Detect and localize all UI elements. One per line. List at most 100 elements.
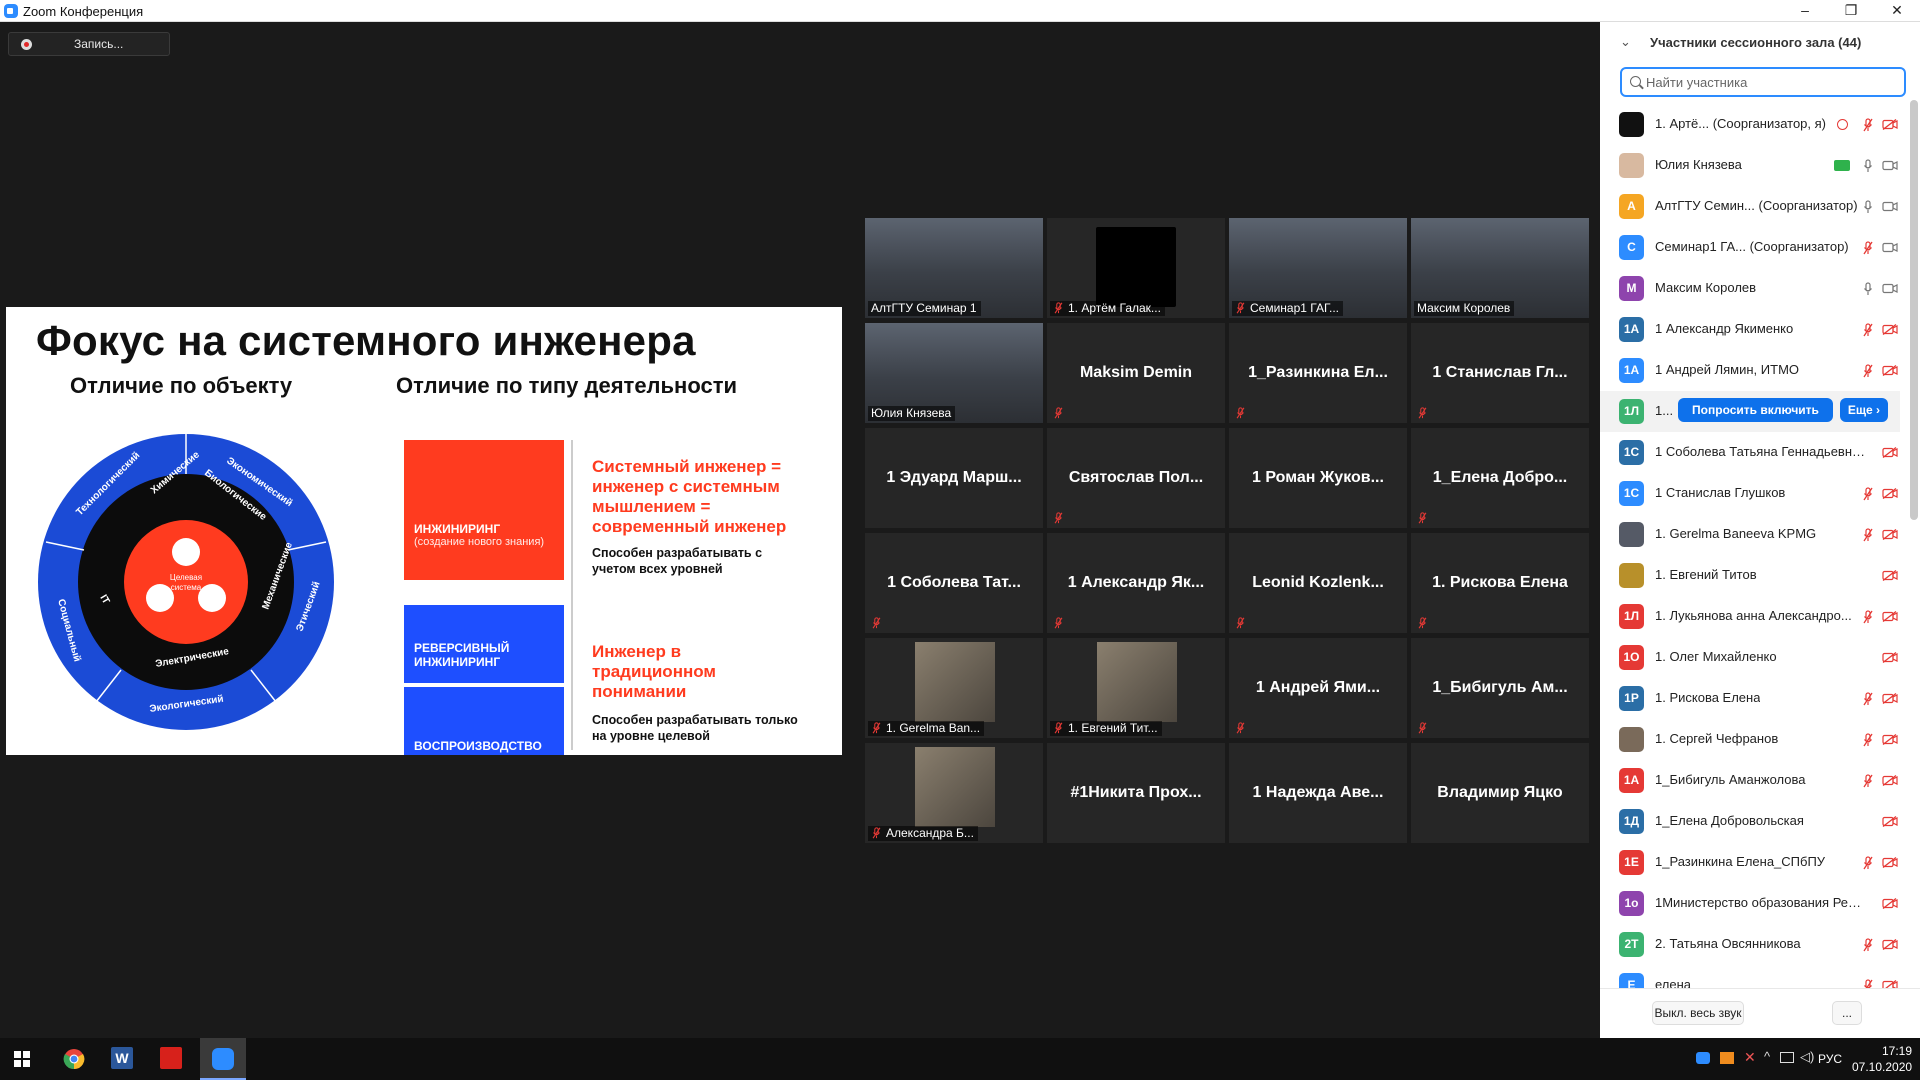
- video-tile[interactable]: АлтГТУ Семинар 1: [865, 218, 1043, 318]
- participant-row[interactable]: С Семинар1 ГА... (Соорганизатор): [1600, 227, 1900, 268]
- word-icon[interactable]: W: [111, 1047, 133, 1069]
- mute-all-button[interactable]: Выкл. весь звук: [1652, 1001, 1744, 1025]
- minimize-button[interactable]: –: [1782, 0, 1828, 22]
- video-tile[interactable]: 1 Александр Як...: [1047, 533, 1225, 633]
- participant-search[interactable]: Найти участника: [1620, 67, 1906, 97]
- participant-avatar: 2Т: [1619, 932, 1644, 957]
- video-tile[interactable]: Юлия Князева: [865, 323, 1043, 423]
- muted-mic-icon[interactable]: [1863, 610, 1873, 624]
- participant-row[interactable]: А АлтГТУ Семин... (Соорганизатор): [1600, 186, 1900, 227]
- participants-panel: ⌄ Участники сессионного зала (44) Найти …: [1600, 22, 1920, 1038]
- participant-row[interactable]: Юлия Князева: [1600, 145, 1900, 186]
- participant-name: #1Никита Прох...: [1070, 784, 1202, 801]
- participant-row[interactable]: 1Л 1... Попросить включить Еще ›: [1600, 391, 1900, 432]
- tray-network-icon[interactable]: [1780, 1052, 1794, 1063]
- participant-row[interactable]: 1Е 1_Разинкина Елена_СПбПУ: [1600, 842, 1900, 883]
- tray-zoom-icon[interactable]: [1696, 1052, 1710, 1064]
- participant-avatar: [1619, 727, 1644, 752]
- video-tile[interactable]: Святослав Пол...: [1047, 428, 1225, 528]
- video-tile[interactable]: Владимир Яцко: [1411, 743, 1589, 843]
- close-button[interactable]: ✕: [1874, 0, 1920, 22]
- participant-row[interactable]: 1. Gerelma Baneeva KPMG: [1600, 514, 1900, 555]
- participant-row[interactable]: 2Т 2. Татьяна Овсянникова: [1600, 924, 1900, 965]
- mic-icon[interactable]: [1863, 200, 1873, 214]
- mic-icon[interactable]: [1863, 159, 1873, 173]
- muted-mic-icon[interactable]: [1863, 938, 1873, 952]
- video-tile[interactable]: 1. Евгений Тит...: [1047, 638, 1225, 738]
- video-tile[interactable]: Максим Королев: [1411, 218, 1589, 318]
- participant-row[interactable]: Еелена: [1600, 965, 1900, 988]
- tray-volume-icon[interactable]: ◁): [1800, 1049, 1814, 1065]
- tray-tools-icon[interactable]: ✕: [1744, 1049, 1756, 1066]
- participant-caption: 1. Gerelma Ban...: [868, 721, 985, 736]
- participant-avatar: 1Д: [1619, 809, 1644, 834]
- participant-name: 1. Олег Михайленко: [1655, 649, 1777, 664]
- muted-mic-icon[interactable]: [1863, 856, 1873, 870]
- participant-name: Leonid Kozlenk...: [1252, 574, 1384, 591]
- participant-row[interactable]: 1Д 1_Елена Добровольская: [1600, 801, 1900, 842]
- muted-mic-icon[interactable]: [1863, 118, 1873, 132]
- participant-avatar: [1619, 112, 1644, 137]
- chrome-icon[interactable]: [63, 1048, 85, 1070]
- participant-row[interactable]: 1А 1_Бибигуль Аманжолова: [1600, 760, 1900, 801]
- muted-mic-icon[interactable]: [1863, 692, 1873, 706]
- muted-mic-icon[interactable]: [1863, 364, 1873, 378]
- video-tile[interactable]: 1 Эдуард Марш...: [865, 428, 1043, 528]
- tray-language[interactable]: РУС: [1818, 1052, 1842, 1066]
- muted-mic-icon[interactable]: [1863, 323, 1873, 337]
- chevron-down-icon[interactable]: ⌄: [1620, 34, 1631, 50]
- taskbar-clock[interactable]: 17:19 07.10.2020: [1852, 1043, 1912, 1075]
- video-tile[interactable]: 1. Рискова Елена: [1411, 533, 1589, 633]
- ask-to-unmute-button[interactable]: Попросить включить: [1678, 398, 1833, 422]
- muted-mic-icon[interactable]: [1863, 241, 1873, 255]
- participant-name: Владимир Яцко: [1437, 784, 1563, 801]
- participant-row[interactable]: 1Л 1. Лукьянова анна Александро...: [1600, 596, 1900, 637]
- muted-mic-icon[interactable]: [1863, 733, 1873, 747]
- tray-app-icon[interactable]: [1720, 1052, 1734, 1064]
- participant-avatar: 1О: [1619, 645, 1644, 670]
- participant-row[interactable]: 1А 1 Александр Якименко: [1600, 309, 1900, 350]
- more-button[interactable]: Еще ›: [1840, 398, 1888, 422]
- windows-start-icon[interactable]: [14, 1051, 30, 1067]
- video-tile[interactable]: 1 Роман Жуков...: [1229, 428, 1407, 528]
- participant-row[interactable]: 1О 1. Олег Михайленко: [1600, 637, 1900, 678]
- muted-mic-icon[interactable]: [1863, 487, 1873, 501]
- restore-button[interactable]: ❐: [1828, 0, 1874, 22]
- participant-row[interactable]: 1Р 1. Рискова Елена: [1600, 678, 1900, 719]
- participant-row[interactable]: 1. Евгений Титов: [1600, 555, 1900, 596]
- video-tile[interactable]: 1 Андрей Ями...: [1229, 638, 1407, 738]
- video-tile[interactable]: Александра Б...: [865, 743, 1043, 843]
- camera-off-icon: [1882, 529, 1898, 540]
- video-tile[interactable]: Leonid Kozlenk...: [1229, 533, 1407, 633]
- video-tile[interactable]: Семинар1 ГАГ...: [1229, 218, 1407, 318]
- participant-row[interactable]: 1. Сергей Чефранов: [1600, 719, 1900, 760]
- video-tile[interactable]: 1 Соболева Тат...: [865, 533, 1043, 633]
- participant-row[interactable]: 1А 1 Андрей Лямин, ИТМО: [1600, 350, 1900, 391]
- muted-mic-icon[interactable]: [1863, 774, 1873, 788]
- participant-row[interactable]: 1С 1 Станислав Глушков: [1600, 473, 1900, 514]
- camera-off-icon: [1882, 447, 1898, 458]
- muted-mic-icon[interactable]: [1863, 528, 1873, 542]
- video-tile[interactable]: 1. Gerelma Ban...: [865, 638, 1043, 738]
- muted-mic-icon: [1236, 722, 1245, 734]
- participant-row[interactable]: 1о 1Министерство образования Респ...: [1600, 883, 1900, 924]
- participant-row[interactable]: 1С 1 Соболева Татьяна Геннадьевна, ...: [1600, 432, 1900, 473]
- video-tile[interactable]: 1_Разинкина Ел...: [1229, 323, 1407, 423]
- muted-mic-icon[interactable]: [1863, 979, 1873, 988]
- tray-chevron-icon[interactable]: ^: [1764, 1049, 1770, 1064]
- video-tile[interactable]: 1 Надежда Аве...: [1229, 743, 1407, 843]
- video-tile[interactable]: Maksim Demin: [1047, 323, 1225, 423]
- more-options-button[interactable]: ...: [1832, 1001, 1862, 1025]
- mic-icon[interactable]: [1863, 282, 1873, 296]
- video-tile[interactable]: 1_Елена Добро...: [1411, 428, 1589, 528]
- participant-name: 1 Соболева Тат...: [887, 574, 1021, 591]
- participant-row[interactable]: 1. Артё... (Соорганизатор, я): [1600, 104, 1900, 145]
- participants-scrollbar[interactable]: [1910, 100, 1918, 520]
- zoom-taskbar-button[interactable]: [200, 1038, 246, 1080]
- video-tile[interactable]: 1_Бибигуль Ам...: [1411, 638, 1589, 738]
- video-tile[interactable]: 1. Артём Галак...: [1047, 218, 1225, 318]
- video-tile[interactable]: #1Никита Прох...: [1047, 743, 1225, 843]
- participant-row[interactable]: М Максим Королев: [1600, 268, 1900, 309]
- video-tile[interactable]: 1 Станислав Гл...: [1411, 323, 1589, 423]
- acrobat-icon[interactable]: [160, 1047, 182, 1069]
